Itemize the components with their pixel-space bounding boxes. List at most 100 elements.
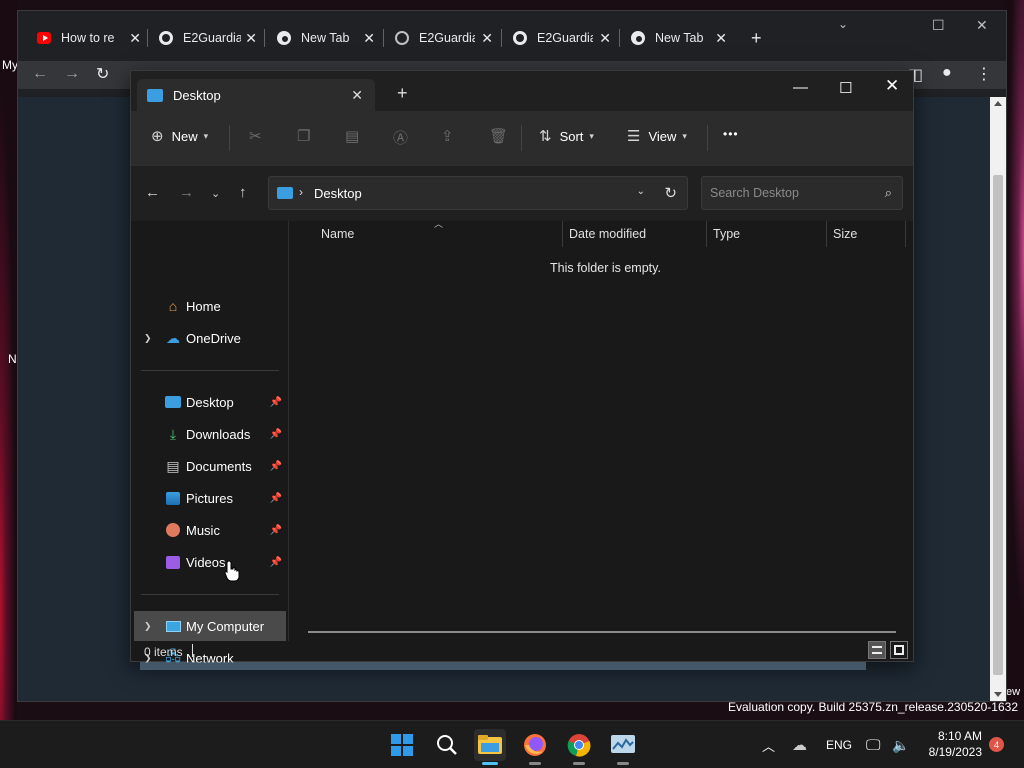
pin-icon[interactable]: 📌	[270, 525, 282, 536]
explorer-tab[interactable]: Desktop ✕	[137, 79, 375, 111]
back-arrow-icon[interactable]: ←	[145, 184, 160, 201]
menu-dots-icon[interactable]: ⋮	[976, 64, 992, 84]
nav-item-onedrive[interactable]: ❯ ☁ OneDrive	[134, 323, 286, 353]
scroll-down-arrow-icon[interactable]	[994, 692, 1002, 697]
network-tray-button[interactable]: 🖵	[866, 721, 880, 768]
chrome-tab[interactable]: New Tab ✕	[277, 25, 375, 51]
cut-button[interactable]: ✂	[249, 127, 270, 145]
scroll-up-arrow-icon[interactable]	[994, 101, 1002, 106]
reload-icon[interactable]: ↻	[96, 64, 109, 84]
close-icon[interactable]: ✕	[129, 30, 141, 47]
nav-item-documents[interactable]: ▤ Documents 📌	[134, 451, 286, 481]
view-button[interactable]: ☰ View ▾	[627, 127, 687, 145]
pin-icon[interactable]: 📌	[270, 397, 282, 408]
expand-chevron-icon[interactable]: ❯	[144, 621, 152, 632]
pane-splitter[interactable]	[288, 221, 289, 641]
column-divider[interactable]	[826, 221, 827, 247]
paste-button[interactable]: ▤	[345, 127, 367, 145]
sort-button[interactable]: ⇅ Sort ▾	[539, 127, 594, 145]
taskbar-search-button[interactable]	[431, 729, 463, 761]
close-icon[interactable]: ✕	[245, 30, 257, 47]
onedrive-tray-button[interactable]: ☁	[792, 721, 807, 768]
nav-item-home[interactable]: ⌂ Home	[134, 291, 286, 321]
forward-arrow-icon[interactable]: →	[64, 65, 80, 83]
desktop-text-fragment: ew	[1006, 686, 1021, 698]
file-explorer-icon	[478, 735, 502, 754]
system-clock[interactable]: 8:10 AM 8/19/2023	[920, 728, 982, 760]
new-tab-button[interactable]: +	[397, 83, 408, 104]
close-icon[interactable]: ✕	[599, 30, 611, 47]
pin-icon[interactable]: 📌	[270, 461, 282, 472]
see-more-button[interactable]: •••	[723, 127, 739, 141]
column-header-date-modified[interactable]: Date modified	[569, 227, 646, 241]
taskbar-chrome[interactable]	[563, 729, 595, 765]
nav-item-music[interactable]: Music 📌	[134, 515, 286, 545]
notification-badge[interactable]: 4	[989, 737, 1004, 752]
horizontal-scrollbar[interactable]	[308, 631, 896, 633]
recent-locations-chevron-icon[interactable]: ⌄	[211, 187, 220, 200]
back-arrow-icon[interactable]: ←	[32, 65, 48, 83]
taskbar-file-explorer[interactable]	[474, 729, 506, 765]
close-icon[interactable]: ✕	[351, 87, 363, 104]
tiles-view-button[interactable]	[890, 641, 908, 659]
refresh-icon[interactable]: ↻	[664, 184, 677, 202]
nav-item-pictures[interactable]: Pictures 📌	[134, 483, 286, 513]
search-icon[interactable]: ⌕	[885, 185, 892, 201]
forward-arrow-icon[interactable]: →	[179, 184, 194, 201]
close-icon[interactable]: ✕	[481, 30, 493, 47]
up-arrow-icon[interactable]: ↑	[239, 184, 247, 201]
nav-item-downloads[interactable]: ⤓ Downloads 📌	[134, 419, 286, 449]
new-button[interactable]: ⊕ New ▾	[151, 127, 208, 145]
chevron-down-icon[interactable]: ⌄	[637, 186, 645, 197]
address-bar[interactable]: › Desktop ⌄ ↻	[268, 176, 688, 210]
pin-icon[interactable]: 📌	[270, 429, 282, 440]
taskbar-firefox[interactable]	[519, 729, 551, 765]
column-header-size[interactable]: Size	[833, 227, 857, 241]
nav-item-my-computer[interactable]: ❯ My Computer	[134, 611, 286, 641]
start-button[interactable]	[386, 729, 418, 761]
pin-icon[interactable]: 📌	[270, 557, 282, 568]
tab-divider	[501, 29, 502, 47]
volume-button[interactable]: 🔈	[892, 721, 909, 768]
close-icon[interactable]: ✕	[715, 30, 727, 47]
nav-item-label: OneDrive	[186, 330, 241, 346]
column-divider[interactable]	[562, 221, 563, 247]
maximize-icon[interactable]: ☐	[932, 17, 945, 34]
details-view-button[interactable]	[868, 641, 886, 659]
chrome-scrollbar[interactable]	[990, 97, 1006, 701]
copy-button[interactable]: ❐	[297, 127, 318, 145]
column-header-type[interactable]: Type	[713, 227, 740, 241]
chevron-down-icon[interactable]: ⌄	[838, 17, 848, 31]
close-icon[interactable]: ✕	[976, 17, 988, 34]
new-tab-button[interactable]: +	[751, 25, 771, 51]
chrome-tab[interactable]: E2Guardia ✕	[513, 25, 611, 51]
chrome-tab[interactable]: How to re ✕	[37, 25, 141, 51]
chrome-tab[interactable]: New Tab ✕	[631, 25, 727, 51]
pin-icon[interactable]: 📌	[270, 493, 282, 504]
share-button[interactable]: ⇪	[441, 127, 462, 145]
tiles-view-icon	[894, 645, 904, 655]
column-divider[interactable]	[706, 221, 707, 247]
language-indicator[interactable]: ENG	[826, 721, 852, 768]
nav-item-videos[interactable]: Videos 📌	[134, 547, 286, 577]
rename-button[interactable]: Ⓐ	[393, 127, 416, 148]
chrome-tab[interactable]: E2Guardia ✕	[159, 25, 257, 51]
scrollbar-thumb[interactable]	[993, 175, 1003, 675]
taskbar-monitor-app[interactable]	[607, 729, 639, 765]
chrome-tab-label: New Tab	[655, 31, 704, 45]
address-bar-row: ← → ⌄ ↑ › Desktop ⌄ ↻ ⌕	[131, 165, 913, 221]
show-hidden-icons-button[interactable]: ︿	[762, 721, 775, 768]
maximize-icon[interactable]: ☐	[839, 79, 852, 97]
column-divider[interactable]	[905, 221, 906, 247]
chrome-tab[interactable]: E2Guardia ✕	[395, 25, 493, 51]
nav-item-desktop[interactable]: Desktop 📌	[134, 387, 286, 417]
search-input[interactable]	[702, 177, 872, 209]
delete-button[interactable]: 🗑	[489, 127, 516, 145]
close-icon[interactable]: ✕	[363, 30, 375, 47]
column-header-name[interactable]: Name	[321, 227, 354, 241]
expand-chevron-icon[interactable]: ❯	[144, 333, 152, 344]
profile-icon[interactable]: ●	[942, 64, 952, 82]
close-window-icon[interactable]: ✕	[885, 76, 899, 96]
breadcrumb-desktop[interactable]: Desktop	[314, 186, 362, 201]
minimize-icon[interactable]: —	[793, 79, 808, 96]
